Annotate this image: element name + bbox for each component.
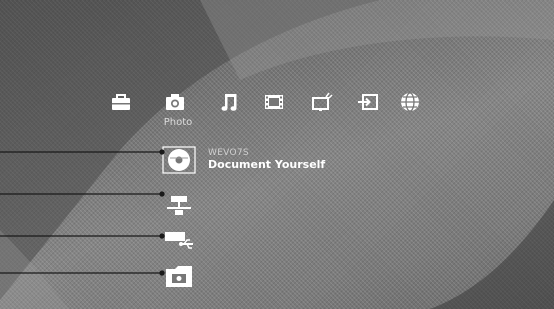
toolbox-icon[interactable] bbox=[110, 91, 132, 113]
music-note-icon[interactable] bbox=[219, 91, 241, 113]
film-strip-icon[interactable] bbox=[263, 91, 285, 113]
input-icon[interactable] bbox=[357, 91, 379, 113]
media-home-screen: Photo WEVO7S Document Yourself bbox=[0, 0, 554, 309]
photo-folder-icon[interactable] bbox=[162, 262, 196, 290]
item-title: Document Yourself bbox=[208, 158, 326, 171]
selected-category-label: Photo bbox=[163, 117, 193, 128]
camera-icon[interactable] bbox=[164, 91, 186, 113]
usb-device-icon[interactable] bbox=[162, 226, 196, 254]
globe-icon[interactable] bbox=[399, 91, 421, 113]
network-server-icon[interactable] bbox=[162, 192, 196, 220]
disc-icon[interactable] bbox=[162, 146, 196, 174]
tv-icon[interactable] bbox=[311, 91, 333, 113]
item-subtitle: WEVO7S bbox=[208, 148, 249, 158]
selected-item-details: WEVO7S Document Yourself bbox=[208, 148, 325, 171]
